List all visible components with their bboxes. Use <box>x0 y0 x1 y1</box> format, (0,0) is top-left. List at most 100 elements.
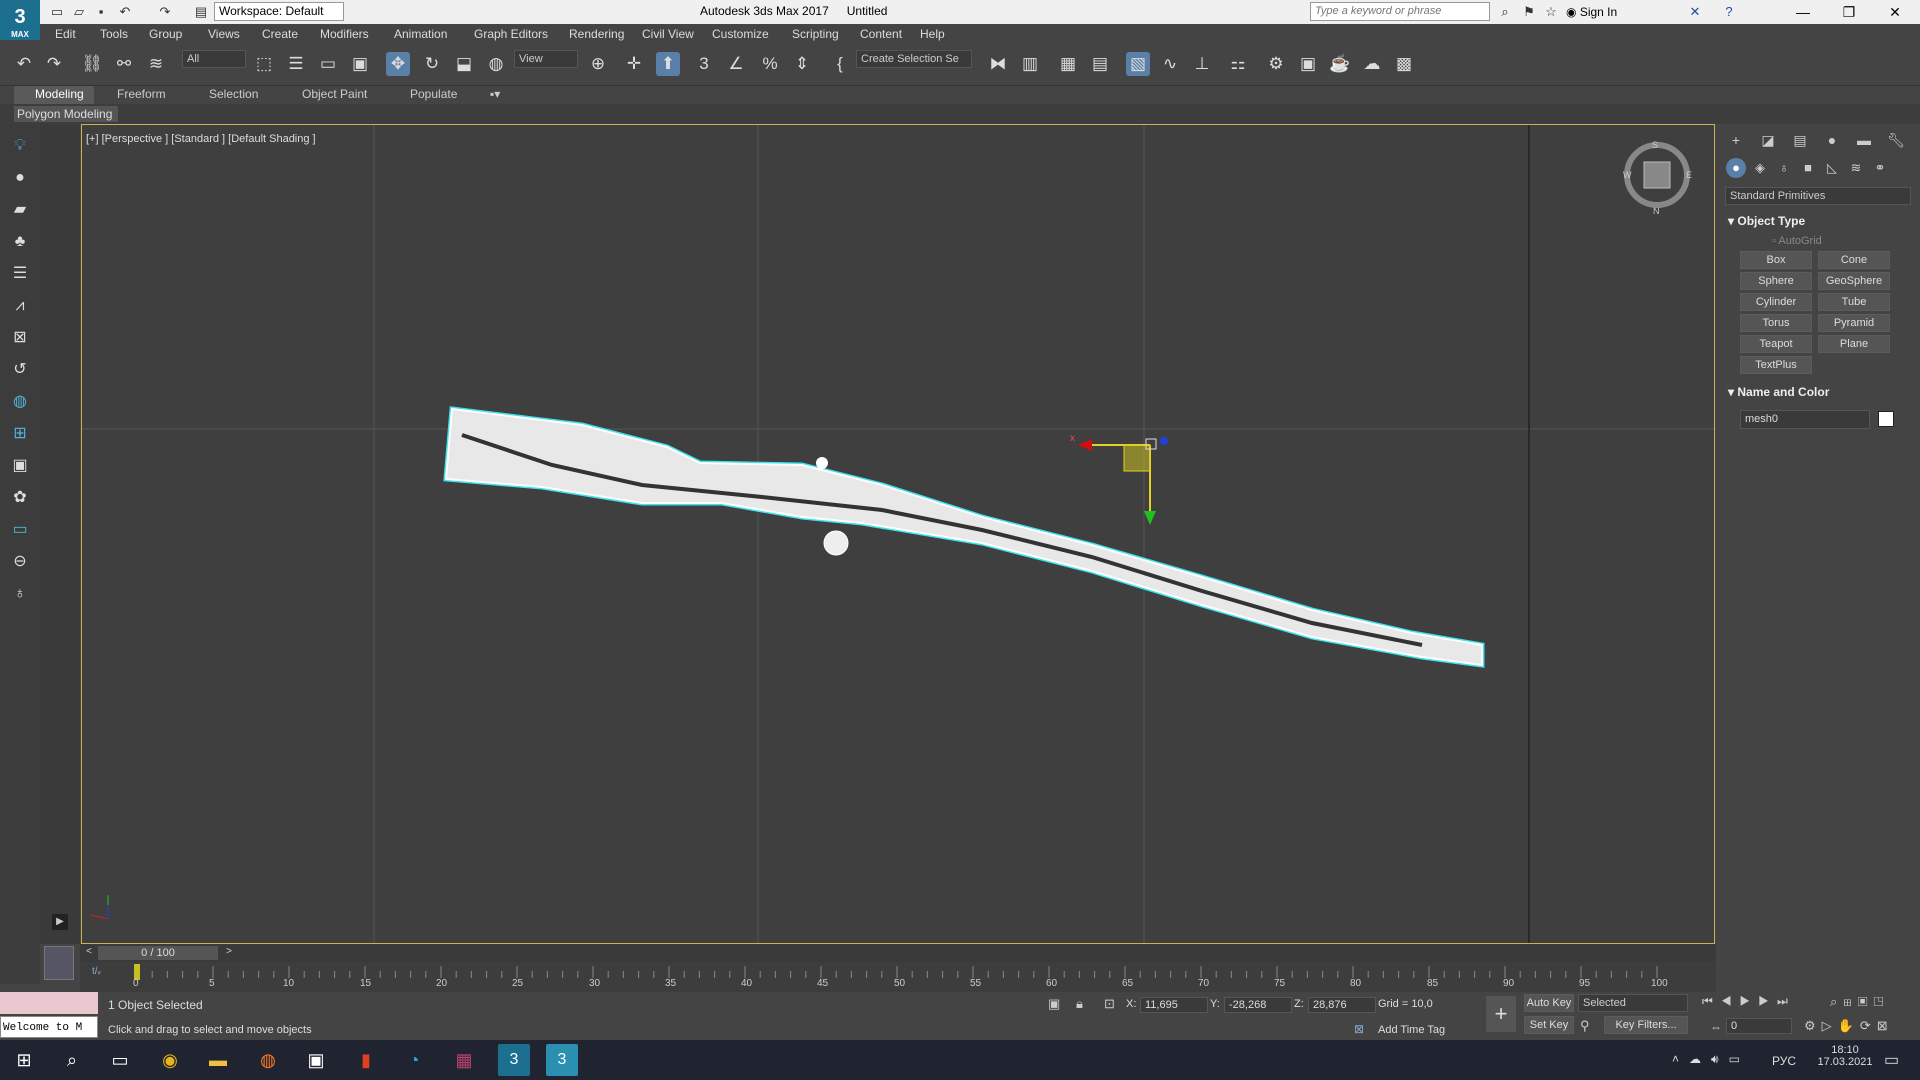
windows-start-icon[interactable]: ⊞ <box>8 1044 40 1076</box>
render-production-icon[interactable]: ☕ <box>1328 52 1352 76</box>
menu-edit[interactable]: Edit <box>55 27 76 41</box>
key-mode-toggle-icon[interactable]: ⇔ <box>1710 1020 1722 1034</box>
scale-icon[interactable]: ⬓ <box>452 52 476 76</box>
autogrid-checkbox[interactable]: ▫ AutoGrid <box>1772 235 1822 247</box>
menu-tools[interactable]: Tools <box>100 27 128 41</box>
exchange-icon[interactable]: ✕ <box>1686 3 1704 21</box>
zoom-extents-icon[interactable]: ▣ <box>1858 994 1874 1009</box>
favorites-star-icon[interactable]: ☆ <box>1542 3 1560 21</box>
system-tray[interactable]: ˄☁🔊︎▭ <box>1672 1052 1750 1067</box>
schematic-view-icon[interactable]: ⊥ <box>1190 52 1214 76</box>
placement-icon[interactable]: ◍ <box>484 52 508 76</box>
maximize-viewport-icon[interactable]: ⊠ <box>1877 1018 1894 1033</box>
tray-volume-icon[interactable]: 🔊︎ <box>1711 1052 1729 1066</box>
x-coordinate-field[interactable]: 11,695 <box>1140 997 1208 1013</box>
undo-icon[interactable]: ↶ <box>116 3 134 21</box>
align-icon[interactable]: ▥ <box>1018 52 1042 76</box>
rect-selection-icon[interactable]: ▭ <box>316 52 340 76</box>
tab-populate[interactable]: Populate <box>410 87 457 101</box>
subscription-icon[interactable]: ⚑ <box>1520 3 1538 21</box>
prev-key-icon[interactable]: ◀ <box>1721 994 1740 1008</box>
mirror-icon[interactable]: ⧓ <box>986 52 1010 76</box>
help-icon[interactable]: ? <box>1720 3 1738 21</box>
orbit-icon[interactable]: ⊖ <box>8 550 32 574</box>
hierarchy-tab-icon[interactable]: ▤ <box>1790 130 1810 150</box>
tab-selection[interactable]: Selection <box>209 87 258 101</box>
manipulate-icon[interactable]: ✛ <box>622 52 646 76</box>
set-key-big-icon[interactable]: + <box>1486 996 1516 1032</box>
viewport-nav-controls[interactable]: ⌕⊞▣◳ <box>1830 994 1889 1010</box>
3dsmax-active-taskbar-icon[interactable]: 3 <box>546 1044 578 1076</box>
time-tag-icon[interactable]: ⊠ <box>1354 1022 1364 1036</box>
material-editor-icon[interactable]: ⚏ <box>1226 52 1250 76</box>
object-name-field[interactable]: mesh0 <box>1740 410 1870 429</box>
ribbon-options-icon[interactable]: ▪▾ <box>490 87 500 101</box>
shapes-icon[interactable]: ◈ <box>1750 158 1770 178</box>
camera-icon[interactable]: ▰ <box>8 198 32 222</box>
project-icon[interactable]: ▤ <box>192 3 210 21</box>
next-frame-arrow-icon[interactable]: > <box>222 946 236 960</box>
menu-civil-view[interactable]: Civil View <box>642 27 694 41</box>
selection-set-dropdown[interactable]: Create Selection Se <box>856 50 972 68</box>
motion-tab-icon[interactable]: ● <box>1822 130 1842 150</box>
angle-snap-icon[interactable]: ∠ <box>724 52 748 76</box>
rifle-mesh[interactable] <box>443 406 1485 668</box>
chrome-icon[interactable]: ◉ <box>154 1044 186 1076</box>
plane-button[interactable]: Plane <box>1818 335 1890 353</box>
name-color-header[interactable]: ▾ Name and Color <box>1728 385 1829 399</box>
time-slider[interactable] <box>80 944 1716 962</box>
spacewarps-icon[interactable]: ≋ <box>1846 158 1866 178</box>
create-light-icon[interactable]: 💡︎ <box>8 134 32 158</box>
window-crossing-icon[interactable]: ▣ <box>348 52 372 76</box>
geosphere-button[interactable]: GeoSphere <box>1818 272 1890 290</box>
menu-content[interactable]: Content <box>860 27 902 41</box>
tab-modeling[interactable]: Modeling <box>35 87 84 101</box>
object-type-header[interactable]: ▾ Object Type <box>1728 214 1805 228</box>
viewport-label[interactable]: [+] [Perspective ] [Standard ] [Default … <box>86 133 316 145</box>
layer-explorer-icon[interactable]: ▤ <box>1088 52 1112 76</box>
globe-icon[interactable]: ◍ <box>8 390 32 414</box>
task-view-icon[interactable]: ▭ <box>104 1044 136 1076</box>
stair-icon[interactable]: ⩘ <box>8 294 32 318</box>
menu-help[interactable]: Help <box>920 27 945 41</box>
menu-group[interactable]: Group <box>149 27 182 41</box>
polygon-modeling-panel[interactable]: Polygon Modeling <box>14 106 118 122</box>
auto-key-button[interactable]: Auto Key <box>1524 994 1574 1012</box>
unlink-icon[interactable]: ⚯ <box>112 52 136 76</box>
bulb-icon[interactable]: ♁ <box>8 582 32 606</box>
binoculars-icon[interactable]: ⌕ <box>1496 3 1514 21</box>
modify-tab-icon[interactable]: ◪ <box>1758 130 1778 150</box>
object-color-swatch[interactable] <box>1878 411 1894 427</box>
menu-customize[interactable]: Customize <box>712 27 769 41</box>
scene-explorer-icon[interactable]: ▦ <box>1056 52 1080 76</box>
winrar-icon[interactable]: ▦ <box>448 1044 480 1076</box>
notifications-icon[interactable]: ▭ <box>1884 1050 1899 1070</box>
current-frame-field[interactable]: 0 <box>1726 1018 1792 1034</box>
undo-icon[interactable]: ↶ <box>12 52 36 76</box>
sphere-button[interactable]: Sphere <box>1740 272 1812 290</box>
tray-network-icon[interactable]: ▭ <box>1729 1052 1750 1066</box>
pyramid-button[interactable]: Pyramid <box>1818 314 1890 332</box>
clock[interactable]: 18:10 17.03.2021 <box>1810 1044 1880 1068</box>
tray-arrow-icon[interactable]: ˄ <box>1672 1052 1689 1066</box>
save-icon[interactable]: ▪ <box>92 3 110 21</box>
open-file-icon[interactable]: ▱ <box>70 3 88 21</box>
teapot-button[interactable]: Teapot <box>1740 335 1812 353</box>
curve-editor-icon[interactable]: ∿ <box>1158 52 1182 76</box>
rotate-icon[interactable]: ↻ <box>420 52 444 76</box>
fov-icon[interactable]: ▷ <box>1822 1018 1838 1033</box>
cylinder-button[interactable]: Cylinder <box>1740 293 1812 311</box>
y-coordinate-field[interactable]: -28,268 <box>1224 997 1292 1013</box>
zoom-icon[interactable]: ⌕ <box>1830 994 1843 1009</box>
snap-toggle-icon[interactable]: 3 <box>692 52 716 76</box>
viewcube[interactable]: S E W N <box>1623 140 1692 216</box>
playback-controls[interactable]: ⏮◀▶▶⏭ <box>1702 994 1796 1009</box>
viewport-nav-controls-2[interactable]: ⚙▷✋⟳⊠ <box>1804 1018 1894 1034</box>
set-key-button[interactable]: Set Key <box>1524 1016 1574 1034</box>
close-button[interactable]: ✕ <box>1872 0 1918 24</box>
goto-end-icon[interactable]: ⏭ <box>1777 994 1796 1008</box>
spinner-snap-icon[interactable]: ⇕ <box>790 52 814 76</box>
render-setup-icon[interactable]: ⚙ <box>1264 52 1288 76</box>
lights-icon[interactable]: ♁ <box>1774 158 1794 178</box>
menu-graph-editors[interactable]: Graph Editors <box>474 27 548 41</box>
